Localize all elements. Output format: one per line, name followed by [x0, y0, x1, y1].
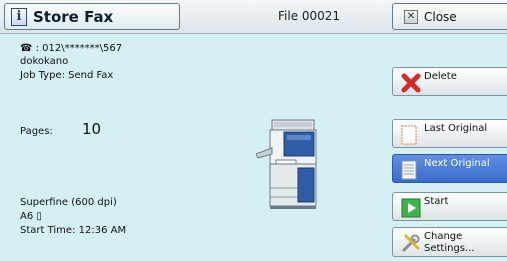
- start-button[interactable]: Start: [392, 192, 507, 221]
- tools-icon: [401, 233, 421, 256]
- close-button[interactable]: ✕ Close: [392, 3, 507, 30]
- paper-size: A6 ▯: [20, 211, 42, 222]
- resolution: Superfine (600 dpi): [20, 197, 117, 208]
- next-original-button[interactable]: Next Original: [392, 154, 507, 183]
- screen-title: Store Fax: [33, 7, 114, 26]
- sender-name: dokokano: [20, 56, 69, 67]
- close-button-label: Close: [424, 9, 457, 24]
- start-button-label: Start: [424, 196, 449, 207]
- file-label: File 00021: [278, 9, 341, 23]
- pages-label: Pages:: [20, 126, 53, 137]
- next-original-label: Next Original: [424, 158, 490, 169]
- change-settings-line1: Change: [424, 231, 463, 242]
- blank-page-icon: [401, 125, 417, 148]
- job-type: Job Type: Send Fax: [20, 70, 114, 81]
- lined-page-icon: [401, 160, 417, 183]
- delete-button[interactable]: Delete: [392, 67, 507, 96]
- fax-number: ☎ : 012\*******\567: [20, 43, 123, 54]
- last-original-button[interactable]: Last Original: [392, 119, 507, 148]
- delete-button-label: Delete: [424, 71, 457, 82]
- pages-value: 10: [82, 120, 102, 138]
- change-settings-button[interactable]: Change Settings...: [392, 227, 507, 257]
- start-time: Start Time: 12:36 AM: [20, 225, 127, 236]
- green-play-icon: [401, 198, 421, 221]
- printer-icon: [255, 118, 318, 210]
- info-icon: i: [11, 7, 27, 26]
- red-x-icon: [401, 73, 421, 96]
- screen-title-box: i Store Fax: [4, 3, 180, 30]
- change-settings-line2: Settings...: [424, 243, 475, 254]
- last-original-label: Last Original: [424, 123, 488, 134]
- change-settings-label: Change Settings...: [424, 231, 475, 255]
- close-icon: ✕: [404, 9, 418, 24]
- title-bar: i Store Fax File 00021 ✕ Close: [0, 0, 507, 34]
